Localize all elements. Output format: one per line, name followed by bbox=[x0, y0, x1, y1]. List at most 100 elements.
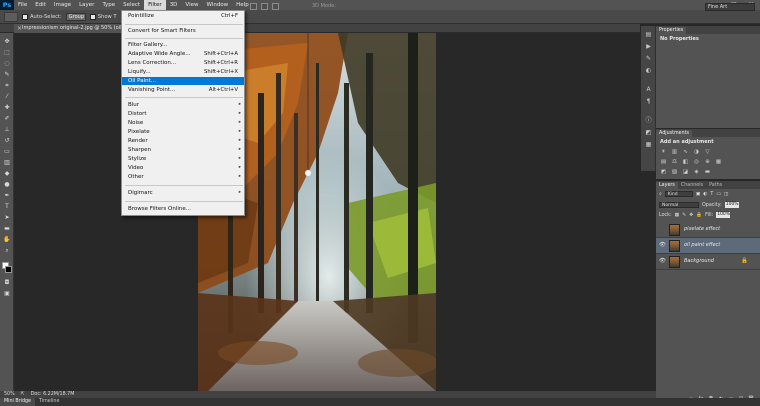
export-icon[interactable]: ⇱ bbox=[21, 392, 25, 397]
tab-channels[interactable]: Channels bbox=[677, 182, 707, 189]
type-tool-icon[interactable]: T bbox=[3, 204, 11, 210]
marquee-tool-icon[interactable]: ⬚ bbox=[3, 50, 11, 56]
brightness-contrast-icon[interactable]: ☀ bbox=[660, 149, 667, 155]
menu-3d[interactable]: 3D bbox=[166, 0, 182, 10]
align-icon[interactable] bbox=[250, 3, 257, 10]
menu-item-filter-gallery[interactable]: Filter Gallery... bbox=[122, 41, 244, 49]
auto-select-checkbox[interactable]: Auto-Select: bbox=[22, 13, 62, 20]
clone-source-icon[interactable]: ◐ bbox=[645, 67, 652, 74]
pen-tool-icon[interactable]: ✒ bbox=[3, 193, 11, 199]
channel-mixer-icon[interactable]: ⊕ bbox=[704, 159, 711, 165]
lock-transparent-icon[interactable]: ▦ bbox=[675, 213, 680, 218]
menu-item-adaptive-wide-angle[interactable]: Adaptive Wide Angle... Shift+Ctrl+A bbox=[122, 50, 244, 58]
zoom-level[interactable]: 50% bbox=[4, 392, 15, 397]
menu-layer[interactable]: Layer bbox=[75, 0, 98, 10]
layer-row-background[interactable]: 👁 Background 🔒 bbox=[656, 254, 760, 270]
filter-shape-icon[interactable]: ▭ bbox=[716, 192, 721, 197]
menu-item-distort[interactable]: Distort ▸ bbox=[122, 110, 244, 118]
photo-filter-icon[interactable]: ◎ bbox=[693, 159, 700, 165]
tab-timeline[interactable]: Timeline bbox=[35, 398, 63, 406]
menu-window[interactable]: Window bbox=[202, 0, 232, 10]
filter-pixel-icon[interactable]: ▣ bbox=[696, 192, 701, 197]
zoom-tool-icon[interactable]: ⌕ bbox=[3, 248, 11, 254]
close-icon[interactable]: × bbox=[17, 24, 22, 33]
auto-select-dropdown[interactable]: Group bbox=[65, 12, 86, 21]
menu-item-oil-paint[interactable]: Oil Paint... bbox=[122, 77, 244, 85]
lasso-tool-icon[interactable]: ◌ bbox=[3, 61, 11, 67]
visibility-toggle[interactable] bbox=[659, 226, 665, 233]
tab-paths[interactable]: Paths bbox=[706, 182, 726, 189]
hand-tool-icon[interactable]: ✋ bbox=[3, 237, 11, 243]
swatches-icon[interactable]: ▦ bbox=[645, 141, 652, 148]
opacity-input[interactable]: 100% bbox=[724, 202, 739, 208]
clone-stamp-tool-icon[interactable]: ⊥ bbox=[3, 127, 11, 133]
filter-type-icon[interactable]: T bbox=[710, 192, 713, 197]
tab-properties[interactable]: Properties bbox=[656, 27, 687, 34]
exposure-icon[interactable]: ◑ bbox=[693, 149, 700, 155]
menu-item-blur[interactable]: Blur ▸ bbox=[122, 101, 244, 109]
menu-item-lens-correction[interactable]: Lens Correction... Shift+Ctrl+R bbox=[122, 59, 244, 67]
fill-input[interactable]: 100% bbox=[716, 212, 731, 218]
menu-image[interactable]: Image bbox=[50, 0, 75, 10]
menu-item-video[interactable]: Video ▸ bbox=[122, 164, 244, 172]
black-white-icon[interactable]: ◧ bbox=[682, 159, 689, 165]
threshold-icon[interactable]: ◪ bbox=[682, 169, 689, 175]
show-transform-checkbox[interactable]: Show T bbox=[89, 13, 117, 20]
info-icon[interactable]: ⓘ bbox=[645, 117, 652, 124]
curves-icon[interactable]: ∿ bbox=[682, 149, 689, 155]
background-color-swatch[interactable] bbox=[5, 266, 12, 273]
lock-position-icon[interactable]: ✥ bbox=[689, 213, 693, 218]
menu-item-sharpen[interactable]: Sharpen ▸ bbox=[122, 146, 244, 154]
checkbox-icon[interactable] bbox=[22, 13, 28, 20]
menu-edit[interactable]: Edit bbox=[31, 0, 50, 10]
checkbox-icon[interactable] bbox=[89, 13, 96, 20]
tab-mini-bridge[interactable]: Mini Bridge bbox=[0, 398, 36, 406]
menu-item-other[interactable]: Other ▸ bbox=[122, 173, 244, 181]
hue-saturation-icon[interactable]: ▤ bbox=[660, 159, 667, 165]
move-tool-icon[interactable]: ✥ bbox=[3, 39, 11, 45]
menu-file[interactable]: File bbox=[14, 0, 31, 10]
dodge-tool-icon[interactable]: ● bbox=[3, 182, 11, 188]
screen-mode-icon[interactable]: ▣ bbox=[3, 291, 11, 297]
blend-mode-select[interactable]: Normal bbox=[659, 202, 699, 208]
actions-icon[interactable]: ▶ bbox=[645, 43, 652, 50]
menu-item-stylize[interactable]: Stylize ▸ bbox=[122, 155, 244, 163]
menu-item-convert-smart-filters[interactable]: Convert for Smart Filters bbox=[122, 27, 244, 35]
healing-tool-icon[interactable]: ✚ bbox=[3, 105, 11, 111]
menu-item-render[interactable]: Render ▸ bbox=[122, 137, 244, 145]
eyedropper-tool-icon[interactable]: ⁄ bbox=[3, 94, 11, 100]
menu-type[interactable]: Type bbox=[98, 0, 119, 10]
menu-item-liquify[interactable]: Liquify... Shift+Ctrl+X bbox=[122, 68, 244, 76]
doc-size[interactable]: Doc: 6.22M/18.7M bbox=[31, 392, 75, 397]
menu-item-pointillize[interactable]: Pointillize Ctrl+F bbox=[122, 12, 244, 20]
selective-color-icon[interactable]: ◈ bbox=[693, 169, 700, 175]
blur-tool-icon[interactable]: ◆ bbox=[3, 171, 11, 177]
path-select-tool-icon[interactable]: ➤ bbox=[3, 215, 11, 221]
crop-tool-icon[interactable]: ⌗ bbox=[3, 83, 11, 89]
align-icon[interactable] bbox=[261, 3, 268, 10]
tab-layers[interactable]: Layers bbox=[656, 182, 678, 189]
vibrance-icon[interactable]: ▽ bbox=[704, 149, 711, 155]
tab-adjustments[interactable]: Adjustments bbox=[656, 130, 693, 137]
eye-icon[interactable]: 👁 bbox=[659, 258, 666, 265]
history-brush-tool-icon[interactable]: ↺ bbox=[3, 138, 11, 144]
levels-icon[interactable]: ▥ bbox=[671, 149, 678, 155]
move-tool-preset-icon[interactable] bbox=[4, 11, 18, 22]
menu-select[interactable]: Select bbox=[119, 0, 144, 10]
workspace-switcher[interactable]: Fine Art bbox=[705, 3, 755, 11]
shape-tool-icon[interactable]: ▬ bbox=[3, 226, 11, 232]
lock-pixels-icon[interactable]: ✎ bbox=[682, 213, 686, 218]
menu-item-vanishing-point[interactable]: Vanishing Point... Alt+Ctrl+V bbox=[122, 86, 244, 94]
history-icon[interactable]: ▤ bbox=[645, 31, 652, 38]
menu-item-browse-filters-online[interactable]: Browse Filters Online... bbox=[122, 205, 244, 213]
quick-select-tool-icon[interactable]: ✎ bbox=[3, 72, 11, 78]
paragraph-icon[interactable]: ¶ bbox=[645, 98, 652, 105]
lock-all-icon[interactable]: 🔒 bbox=[696, 213, 702, 218]
layer-row-oil-paint-effect[interactable]: 👁 oil paint effect bbox=[656, 238, 760, 254]
gradient-tool-icon[interactable]: ▥ bbox=[3, 160, 11, 166]
menu-item-noise[interactable]: Noise ▸ bbox=[122, 119, 244, 127]
color-balance-icon[interactable]: ⚖ bbox=[671, 159, 678, 165]
layer-row-pixelate-effect[interactable]: pixelate effect bbox=[656, 222, 760, 238]
quick-mask-icon[interactable]: ◘ bbox=[3, 280, 11, 286]
menu-view[interactable]: View bbox=[181, 0, 202, 10]
